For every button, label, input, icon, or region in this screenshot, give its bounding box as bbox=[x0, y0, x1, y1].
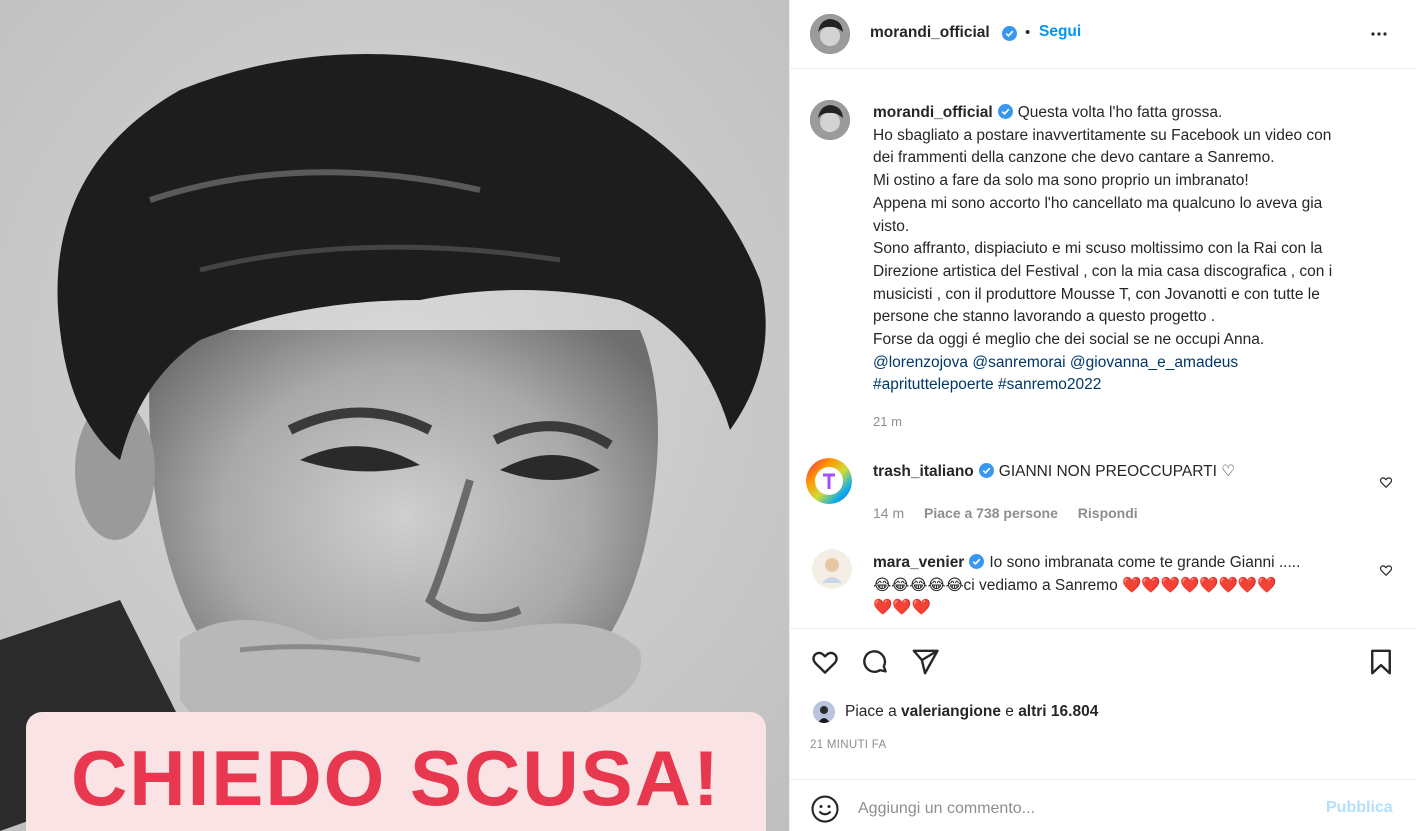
post-date: 21 MINUTI FA bbox=[810, 739, 887, 751]
commenter-avatar[interactable] bbox=[806, 458, 852, 504]
liker-avatar bbox=[813, 701, 835, 723]
caption-line: Mi ostino a fare da solo ma sono proprio… bbox=[873, 172, 1249, 190]
commenter-username[interactable]: trash_italiano bbox=[873, 463, 974, 480]
comment-like-icon[interactable] bbox=[1379, 475, 1393, 489]
comment-item: trash_italiano GIANNI NON PREOCCUPARTI ♡ … bbox=[806, 458, 1401, 528]
caption-line: Appena mi sono accorto l'ho cancellato m… bbox=[873, 194, 1323, 212]
post-side-panel: morandi_official • Segui morandi_officia… bbox=[789, 0, 1416, 831]
commenter-username[interactable]: mara_venier bbox=[873, 554, 964, 571]
photo-caption-box: CHIEDO SCUSA! bbox=[26, 712, 766, 831]
reply-button[interactable]: Rispondi bbox=[1078, 505, 1138, 521]
like-heart-icon[interactable] bbox=[810, 647, 840, 677]
likes-middle: e bbox=[1000, 703, 1019, 720]
comment-likes[interactable]: Piace a 738 persone bbox=[924, 505, 1058, 521]
post-actions: Piace a valeriangione e altri 16.804 21 … bbox=[790, 628, 1416, 831]
comment-text: mara_venier Io sono imbranata come te gra… bbox=[873, 552, 1363, 620]
caption-text: morandi_official Questa volta l'ho fatta … bbox=[873, 102, 1403, 397]
comment-input[interactable] bbox=[858, 794, 1308, 824]
hashtag-link[interactable]: #sanremo2022 bbox=[998, 376, 1101, 393]
portrait-image bbox=[0, 0, 789, 831]
comment-like-icon[interactable] bbox=[1379, 563, 1393, 577]
comment-body-line: ❤️❤️❤️ bbox=[873, 599, 931, 617]
add-comment-bar: Pubblica bbox=[790, 779, 1416, 831]
caption-author-avatar[interactable] bbox=[810, 100, 850, 140]
likes-count[interactable]: altri 16.804 bbox=[1018, 703, 1098, 721]
comment-body: GIANNI NON PREOCCUPARTI ♡ bbox=[998, 463, 1236, 480]
comment-item: mara_venier Io sono imbranata come te gra… bbox=[806, 549, 1401, 628]
comments-scroll-area[interactable]: morandi_official Questa volta l'ho fatta … bbox=[790, 69, 1416, 628]
post-photo[interactable]: CHIEDO SCUSA! bbox=[0, 0, 789, 831]
publish-button[interactable]: Pubblica bbox=[1326, 799, 1393, 817]
caption-line: Forse da oggi é meglio che dei social se… bbox=[873, 331, 1265, 349]
likes-summary[interactable]: Piace a valeriangione e altri 16.804 bbox=[813, 701, 1098, 723]
caption-line: Sono affranto, dispiaciuto e mi scuso mo… bbox=[873, 240, 1323, 258]
verified-badge-icon bbox=[969, 554, 985, 569]
author-username[interactable]: morandi_official bbox=[870, 24, 990, 42]
post-header: morandi_official • Segui bbox=[790, 0, 1416, 69]
likes-prefix: Piace a bbox=[845, 703, 902, 720]
mention-link[interactable]: @sanremorai bbox=[972, 354, 1065, 371]
comment-time: 14 m bbox=[873, 505, 905, 521]
liker-username[interactable]: valeriangione bbox=[901, 703, 1001, 721]
caption-line: visto. bbox=[873, 217, 910, 235]
comment-text: trash_italiano GIANNI NON PREOCCUPARTI ♡ bbox=[873, 461, 1363, 484]
author-avatar[interactable] bbox=[810, 14, 850, 54]
verified-badge-icon bbox=[997, 104, 1013, 119]
caption-time: 21 m bbox=[873, 414, 902, 429]
caption-line: musicisti , con il produttore Mousse T, … bbox=[873, 285, 1320, 303]
caption-line: dei frammenti della canzone che devo can… bbox=[873, 149, 1275, 167]
mention-link[interactable]: @lorenzojova bbox=[873, 354, 968, 371]
verified-badge-icon bbox=[978, 463, 994, 478]
comment-body-line: 😂😂😂😂😂ci vediamo a Sanremo ❤️❤️❤️❤️❤️❤️❤️… bbox=[873, 576, 1277, 594]
caption-line: persone che stanno lavorando a questo pr… bbox=[873, 308, 1216, 326]
caption-username[interactable]: morandi_official bbox=[873, 104, 993, 121]
emoji-icon[interactable] bbox=[810, 794, 840, 824]
save-bookmark-icon[interactable] bbox=[1366, 647, 1396, 677]
caption-line: Ho sbagliato a postare inavvertitamente … bbox=[873, 126, 1332, 144]
caption-first-line: Questa volta l'ho fatta grossa. bbox=[1017, 104, 1223, 121]
commenter-avatar[interactable] bbox=[812, 549, 852, 589]
comment-bubble-icon[interactable] bbox=[860, 647, 890, 677]
follow-button[interactable]: Segui bbox=[1039, 23, 1081, 41]
mention-link[interactable]: @giovanna_e_amadeus bbox=[1070, 354, 1238, 371]
share-send-icon[interactable] bbox=[910, 647, 940, 677]
header-separator: • bbox=[1025, 24, 1031, 41]
comment-meta: 14 m Piace a 738 persone Rispondi bbox=[873, 505, 1154, 521]
more-options-icon[interactable] bbox=[1367, 22, 1391, 46]
hashtag-link[interactable]: #aprituttelepoerte bbox=[873, 376, 994, 393]
verified-badge-icon bbox=[1002, 26, 1017, 41]
caption-line: Direzione artistica del Festival , con l… bbox=[873, 262, 1333, 280]
comment-body: Io sono imbranata come te grande Gianni … bbox=[989, 554, 1301, 571]
photo-caption-text: CHIEDO SCUSA! bbox=[70, 734, 722, 822]
